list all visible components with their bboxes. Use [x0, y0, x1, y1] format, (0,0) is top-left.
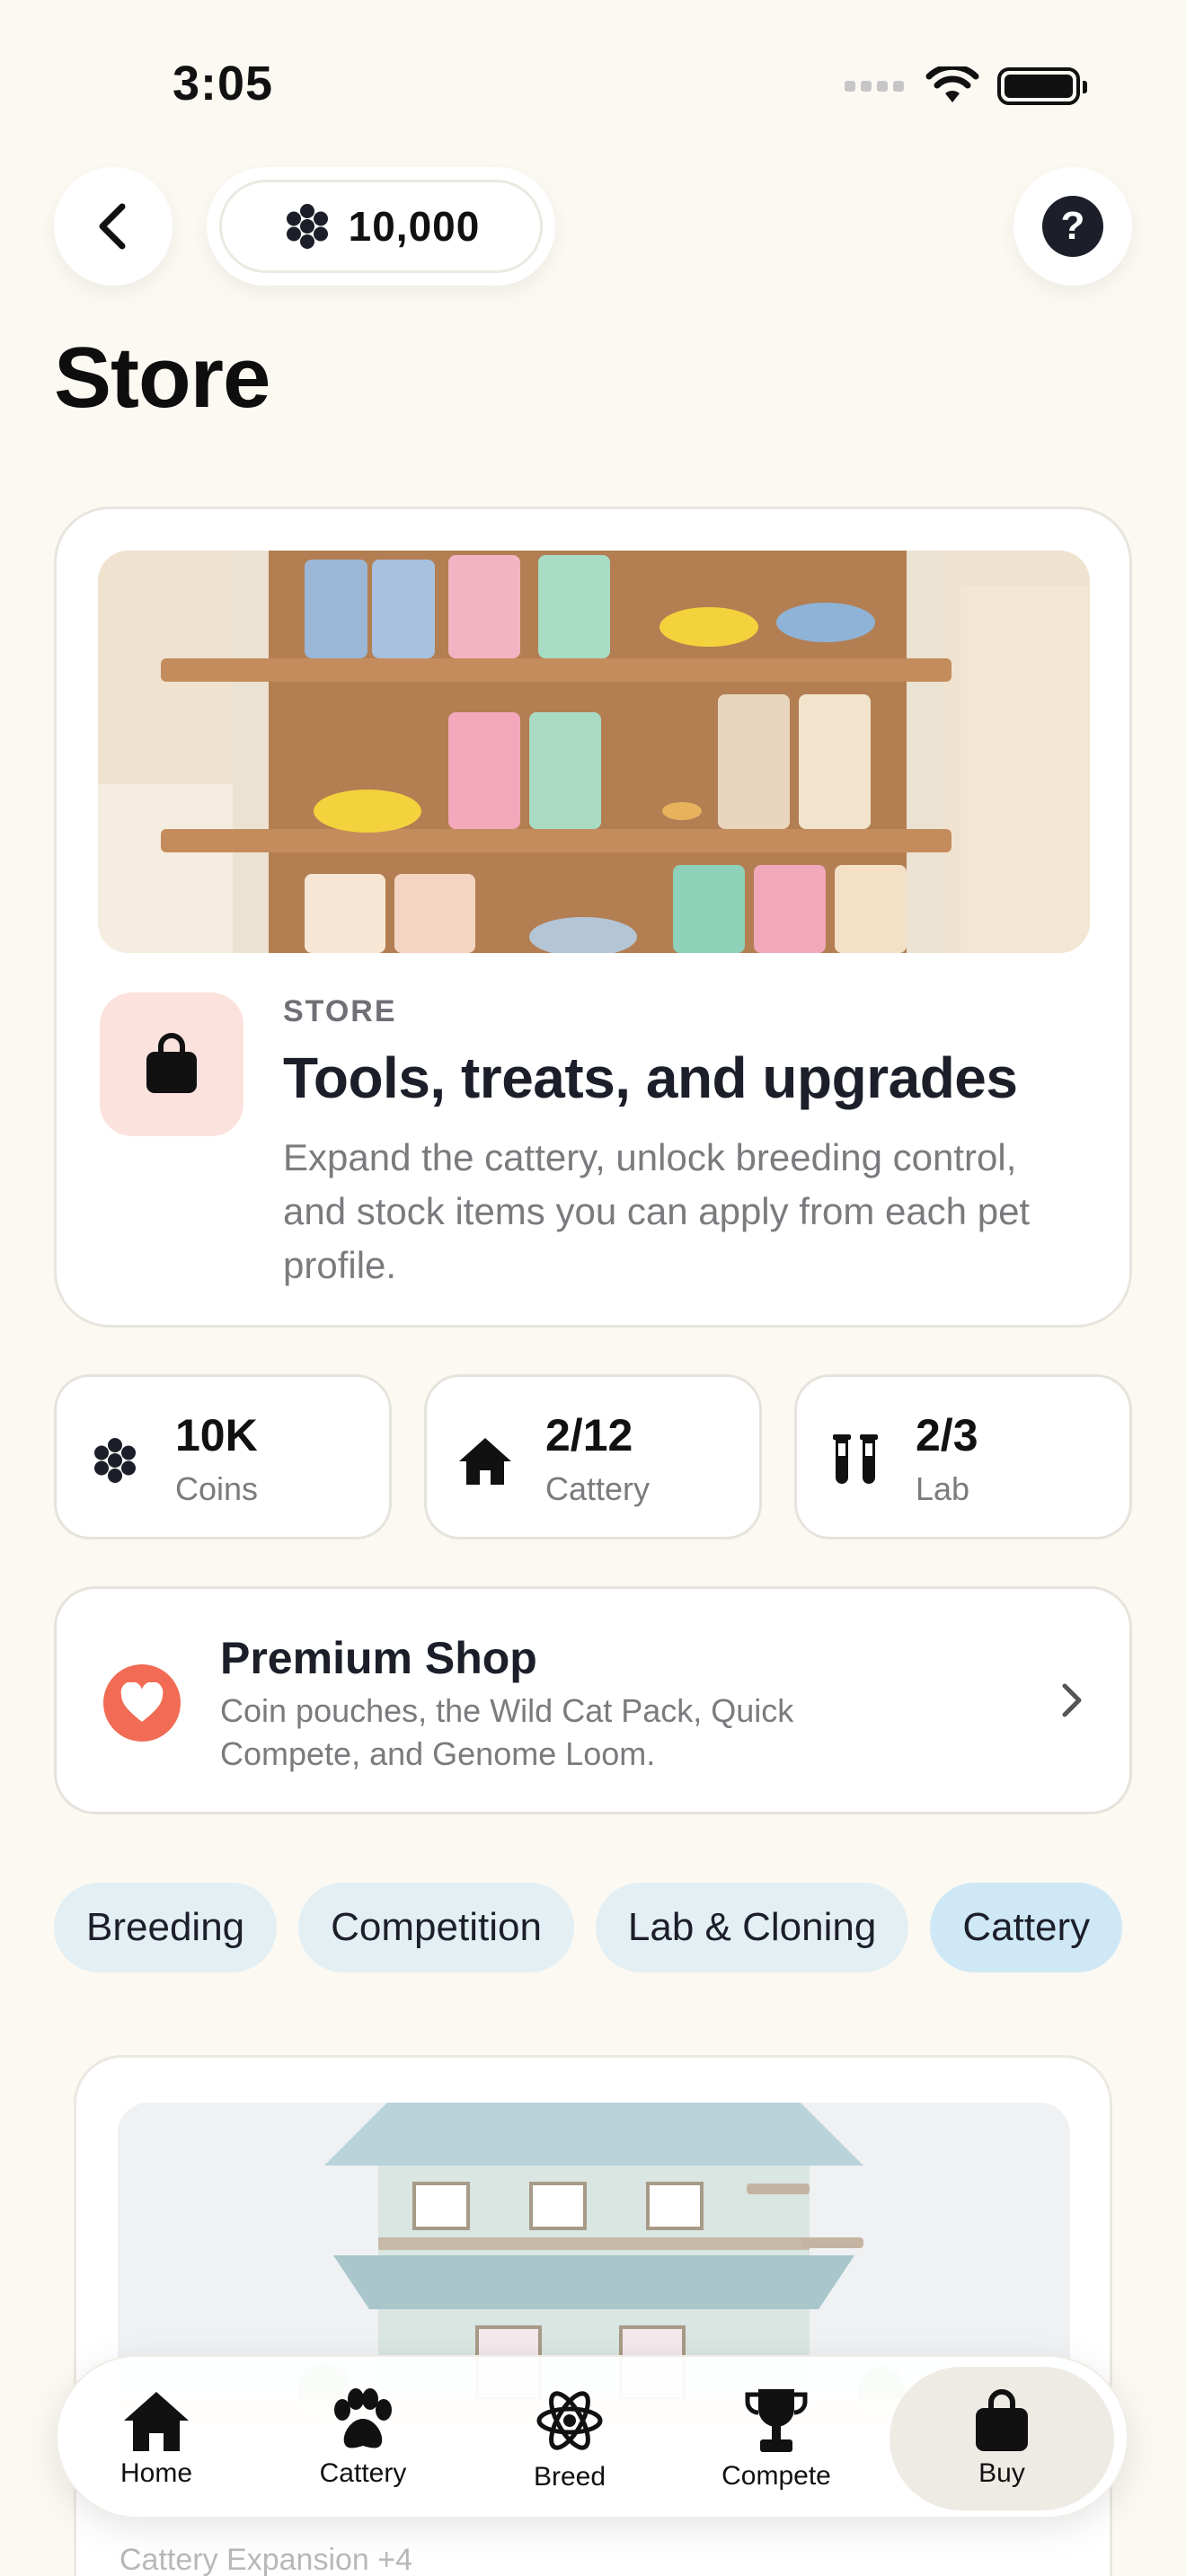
store-hero-card: STORE Tools, treats, and upgrades Expand…: [54, 507, 1132, 1328]
back-button[interactable]: [54, 167, 173, 286]
chip-lab-cloning[interactable]: Lab & Cloning: [595, 1883, 909, 1972]
category-chip-row[interactable]: Breeding Competition Lab & Cloning Catte…: [54, 1883, 1132, 1976]
product-caption: Cattery Expansion +4: [119, 2543, 413, 2576]
bottom-tab-bar: Home Cattery Breed Compete Buy: [56, 2355, 1128, 2519]
page-title: Store: [54, 330, 270, 426]
heart-icon: [103, 1664, 181, 1742]
hero-title: Tools, treats, and upgrades: [283, 1045, 1018, 1110]
question-icon: ?: [1042, 196, 1103, 257]
status-indicators: [845, 66, 1087, 106]
tab-breed[interactable]: Breed: [471, 2357, 668, 2520]
stat-cattery-card: 2/12 Cattery: [424, 1374, 762, 1539]
trophy-icon: [745, 2389, 808, 2452]
tab-label: Home: [119, 2458, 193, 2488]
cellular-signal-icon: [845, 81, 904, 92]
status-time: 3:05: [173, 57, 274, 110]
chevron-left-icon: [99, 203, 126, 250]
tab-label: Buy: [978, 2458, 1025, 2488]
shopping-bag-icon: [146, 1033, 197, 1093]
store-shelf-illustration: [98, 551, 1090, 953]
hero-eyebrow: STORE: [283, 994, 397, 1028]
help-button[interactable]: ?: [1013, 167, 1132, 286]
tab-buy[interactable]: Buy: [890, 2367, 1114, 2510]
stat-label: Cattery: [545, 1470, 651, 1507]
paw-coin-icon: [286, 204, 328, 249]
premium-shop-subtitle: Coin pouches, the Wild Cat Pack, Quick C…: [220, 1692, 794, 1772]
battery-icon: [997, 67, 1087, 105]
tab-label: Cattery: [319, 2458, 407, 2488]
stat-label: Coins: [175, 1470, 259, 1507]
paw-icon: [334, 2388, 392, 2448]
top-navigation: 10,000 ?: [54, 167, 1132, 287]
chevron-right-icon: [1062, 1683, 1082, 1717]
coin-balance-value: 10,000: [348, 203, 481, 250]
atom-icon: [536, 2391, 603, 2450]
store-bag-tile: [100, 992, 243, 1136]
stat-value: 2/3: [916, 1410, 978, 1460]
tab-home[interactable]: Home: [58, 2357, 255, 2520]
house-icon: [459, 1438, 511, 1485]
stat-value: 10K: [175, 1410, 258, 1460]
premium-shop-title: Premium Shop: [220, 1633, 537, 1683]
coin-balance-pill[interactable]: 10,000: [207, 167, 555, 286]
premium-shop-button[interactable]: Premium Shop Coin pouches, the Wild Cat …: [54, 1586, 1132, 1814]
stats-row: 10K Coins 2/12 Cattery 2/3 Lab: [54, 1374, 1132, 1539]
status-bar: 3:05: [0, 0, 1186, 171]
tab-label: Compete: [721, 2461, 831, 2491]
tab-compete[interactable]: Compete: [677, 2357, 875, 2520]
chip-competition[interactable]: Competition: [298, 1883, 574, 1972]
chip-cattery[interactable]: Cattery: [930, 1883, 1123, 1972]
tab-label: Breed: [533, 2462, 606, 2492]
stat-lab-card: 2/3 Lab: [794, 1374, 1132, 1539]
stat-label: Lab: [916, 1470, 970, 1507]
chip-breeding[interactable]: Breeding: [54, 1883, 278, 1972]
stat-coins-card: 10K Coins: [54, 1374, 392, 1539]
hero-description: Expand the cattery, unlock breeding cont…: [283, 1136, 1031, 1286]
paw-coin-icon: [94, 1438, 136, 1483]
home-icon: [124, 2392, 189, 2451]
test-tubes-icon: [833, 1434, 878, 1484]
bag-icon: [976, 2389, 1028, 2451]
wifi-icon: [925, 66, 979, 102]
stat-value: 2/12: [545, 1410, 633, 1460]
tab-cattery[interactable]: Cattery: [264, 2357, 462, 2520]
